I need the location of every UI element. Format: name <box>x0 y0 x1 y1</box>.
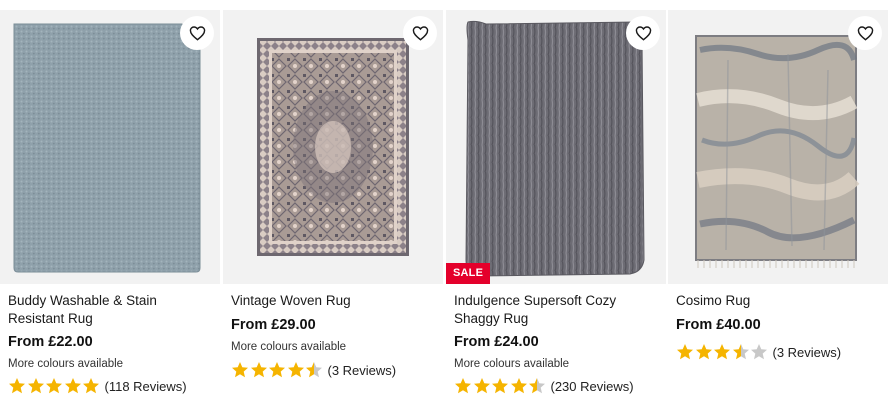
sale-badge: SALE <box>446 263 491 284</box>
star-filled-icon <box>714 344 730 360</box>
favourite-button[interactable] <box>180 16 214 50</box>
product-price: From £40.00 <box>676 317 761 333</box>
product-image[interactable] <box>223 10 443 284</box>
rug-image <box>465 20 645 277</box>
star-rating <box>454 377 547 395</box>
star-filled-icon <box>232 362 248 378</box>
product-title[interactable]: Vintage Woven Rug <box>231 292 431 310</box>
star-empty-icon <box>751 344 767 360</box>
rating[interactable]: (3 Reviews) <box>231 361 396 379</box>
star-filled-icon <box>695 344 712 360</box>
rating[interactable]: (118 Reviews) <box>8 377 187 395</box>
favourite-button[interactable] <box>403 16 437 50</box>
star-filled-icon <box>83 378 99 394</box>
heart-outline-icon <box>635 26 651 41</box>
product-price: From £29.00 <box>231 317 316 333</box>
product-card[interactable]: Vintage Woven Rug From £29.00 More colou… <box>223 10 443 410</box>
star-half-icon <box>306 362 322 378</box>
rug-image <box>13 23 201 273</box>
star-filled-icon <box>287 362 304 378</box>
star-filled-icon <box>250 362 267 378</box>
more-colours-text: More colours available <box>231 341 347 353</box>
product-price: From £22.00 <box>8 334 93 350</box>
star-filled-icon <box>455 378 471 394</box>
more-colours-text: More colours available <box>8 358 124 370</box>
star-filled-icon <box>473 378 490 394</box>
rug-image <box>257 38 409 256</box>
review-count[interactable]: (118 Reviews) <box>105 379 187 394</box>
review-count[interactable]: (230 Reviews) <box>551 379 634 394</box>
rating[interactable]: (230 Reviews) <box>454 377 634 395</box>
review-count[interactable]: (3 Reviews) <box>773 345 842 360</box>
star-filled-icon <box>269 362 285 378</box>
product-image[interactable] <box>668 10 888 284</box>
product-title[interactable]: Indulgence Supersoft Cozy Shaggy Rug <box>454 292 654 328</box>
heart-outline-icon <box>412 26 428 41</box>
product-card[interactable]: Buddy Washable & Stain Resistant Rug Fro… <box>0 10 220 410</box>
product-image[interactable]: SALE <box>446 10 666 284</box>
star-filled-icon <box>510 378 527 394</box>
star-half-icon <box>529 378 545 394</box>
product-title[interactable]: Cosimo Rug <box>676 292 876 310</box>
star-filled-icon <box>677 344 693 360</box>
star-filled-icon <box>9 378 25 394</box>
star-rating <box>231 361 324 379</box>
more-colours-text: More colours available <box>454 358 570 370</box>
rating[interactable]: (3 Reviews) <box>676 343 841 361</box>
product-card[interactable]: Cosimo Rug From £40.00 (3 Reviews) <box>668 10 888 410</box>
star-filled-icon <box>492 378 508 394</box>
product-image[interactable] <box>0 10 220 284</box>
star-rating <box>8 377 101 395</box>
star-filled-icon <box>46 378 62 394</box>
favourite-button[interactable] <box>848 16 882 50</box>
favourite-button[interactable] <box>626 16 660 50</box>
star-filled-icon <box>64 378 81 394</box>
rug-image <box>695 35 860 268</box>
heart-outline-icon <box>189 26 205 41</box>
star-filled-icon <box>27 378 44 394</box>
product-grid: Buddy Washable & Stain Resistant Rug Fro… <box>0 10 892 412</box>
product-card[interactable]: SALE Indulgence Supersoft Cozy Shaggy Ru… <box>446 10 666 410</box>
review-count[interactable]: (3 Reviews) <box>328 363 397 378</box>
product-price: From £24.00 <box>454 334 539 350</box>
star-rating <box>676 343 769 361</box>
heart-outline-icon <box>857 26 873 41</box>
star-half-icon <box>732 344 749 360</box>
product-title[interactable]: Buddy Washable & Stain Resistant Rug <box>8 292 208 328</box>
